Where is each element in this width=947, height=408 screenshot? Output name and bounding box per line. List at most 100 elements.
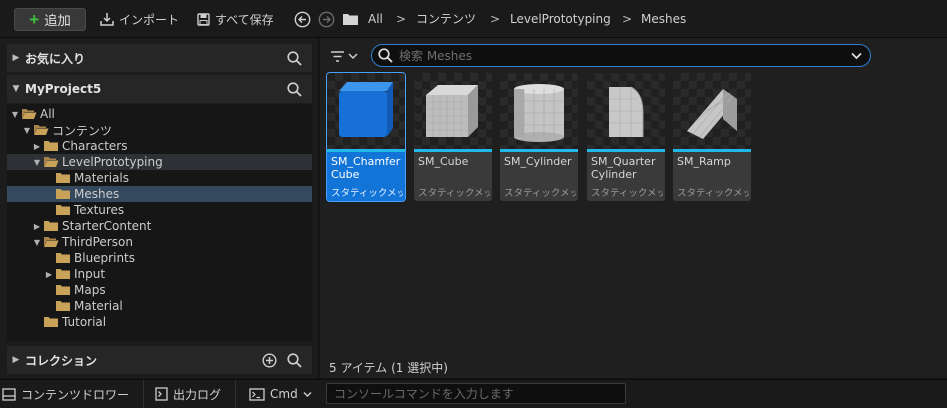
folder-icon bbox=[44, 141, 58, 151]
tree-item[interactable]: Materials bbox=[7, 170, 312, 186]
tree-item-label: Blueprints bbox=[74, 251, 136, 265]
asset-type: スタティックメッシュ bbox=[504, 188, 576, 199]
folder-icon[interactable] bbox=[342, 12, 359, 29]
add-collection-icon[interactable] bbox=[262, 352, 277, 368]
tree-item[interactable]: Material bbox=[7, 298, 312, 314]
save-all-button[interactable]: すべて保存 bbox=[197, 10, 274, 28]
tree-item[interactable]: ▶ StarterContent bbox=[7, 218, 312, 234]
tree-item[interactable]: Tutorial bbox=[7, 314, 312, 330]
output-log-label: 出力ログ bbox=[173, 387, 222, 402]
folder-icon bbox=[56, 205, 70, 215]
history-back-button[interactable] bbox=[294, 11, 311, 31]
search-icon[interactable] bbox=[287, 50, 302, 66]
asset-name: SM_ChamferCube bbox=[331, 155, 401, 181]
asset-tile[interactable]: SM_Cube スタティックメッシュ bbox=[414, 73, 492, 201]
tree-item-label: All bbox=[40, 107, 55, 121]
add-button[interactable]: + 追加 bbox=[14, 8, 86, 31]
asset-type-color-bar bbox=[673, 149, 751, 152]
import-icon bbox=[100, 13, 114, 26]
folder-open-icon bbox=[44, 237, 59, 247]
breadcrumb-all[interactable]: All bbox=[368, 10, 383, 28]
expanded-triangle-icon[interactable]: ▼ bbox=[21, 126, 33, 135]
tree-item[interactable]: ▼ ThirdPerson bbox=[7, 234, 312, 250]
project-section-header[interactable]: ▼ MyProject5 bbox=[7, 75, 312, 103]
tree-item[interactable]: Textures bbox=[7, 202, 312, 218]
expanded-triangle-icon: ▼ bbox=[12, 84, 20, 94]
asset-search-box[interactable] bbox=[371, 44, 871, 67]
search-icon[interactable] bbox=[287, 352, 302, 368]
chevron-down-icon bbox=[348, 53, 358, 60]
add-button-label: 追加 bbox=[44, 13, 71, 28]
asset-tile[interactable]: SM_Ramp スタティックメッシュ bbox=[673, 73, 751, 201]
expanded-triangle-icon[interactable]: ▼ bbox=[31, 158, 43, 167]
output-log-button[interactable]: 出力ログ bbox=[155, 386, 221, 402]
expanded-triangle-icon[interactable]: ▼ bbox=[9, 110, 21, 119]
asset-type: スタティックメッシュ bbox=[677, 188, 749, 199]
collections-section-header[interactable]: ▶ コレクション bbox=[7, 346, 312, 374]
asset-search-input[interactable] bbox=[399, 48, 839, 63]
expanded-triangle-icon[interactable]: ▼ bbox=[31, 238, 43, 247]
save-all-button-label: すべて保存 bbox=[215, 12, 274, 27]
back-arrow-icon bbox=[294, 11, 311, 28]
folder-icon bbox=[56, 301, 70, 311]
console-icon bbox=[249, 387, 265, 401]
folder-icon bbox=[56, 253, 70, 263]
content-drawer-icon bbox=[2, 387, 16, 401]
project-title: MyProject5 bbox=[25, 82, 102, 96]
folder-icon bbox=[56, 285, 70, 295]
collapsed-triangle-icon[interactable]: ▶ bbox=[31, 222, 43, 231]
chevron-down-icon[interactable] bbox=[851, 52, 862, 60]
search-icon[interactable] bbox=[287, 81, 302, 97]
divider bbox=[143, 380, 144, 408]
tree-item-label: StarterContent bbox=[62, 219, 152, 233]
asset-type: スタティックメッシュ bbox=[331, 188, 403, 199]
asset-tile[interactable]: SM_Cylinder スタティックメッシュ bbox=[500, 73, 578, 201]
search-icon bbox=[378, 48, 393, 63]
history-forward-button[interactable] bbox=[318, 11, 335, 31]
tree-item[interactable]: ▼ All bbox=[7, 106, 312, 122]
tree-item[interactable]: ▼ コンテンツ bbox=[7, 122, 312, 138]
tree-item[interactable]: ▶ Input bbox=[7, 266, 312, 282]
content-drawer-button[interactable]: コンテンツドロワー bbox=[2, 386, 129, 402]
import-button[interactable]: インポート bbox=[100, 10, 179, 28]
collapsed-triangle-icon[interactable]: ▶ bbox=[43, 270, 55, 279]
favorites-title: お気に入り bbox=[25, 51, 86, 66]
tree-item[interactable]: ▶ Characters bbox=[7, 138, 312, 154]
tree-item[interactable]: Meshes bbox=[7, 186, 312, 202]
cmd-label: Cmd bbox=[270, 387, 298, 401]
forward-arrow-icon bbox=[318, 11, 335, 28]
collections-title: コレクション bbox=[25, 353, 98, 368]
chamfer-cube-mesh-thumbnail bbox=[327, 73, 405, 149]
breadcrumb-contents[interactable]: コンテンツ bbox=[416, 10, 476, 28]
tree-item[interactable]: Maps bbox=[7, 282, 312, 298]
favorites-section-header[interactable]: ▶ お気に入り bbox=[7, 44, 312, 72]
folder-open-icon bbox=[44, 157, 59, 167]
tree-item[interactable]: Blueprints bbox=[7, 250, 312, 266]
filter-button[interactable] bbox=[330, 46, 364, 66]
tree-item[interactable]: ▼ LevelPrototyping bbox=[7, 154, 312, 170]
folder-tree: ▼ All ▼ コンテンツ ▶ Characters ▼ LevelPrototyping Ma… bbox=[7, 104, 312, 342]
folder-open-icon bbox=[22, 109, 37, 119]
console-command-input[interactable] bbox=[326, 383, 626, 404]
tree-item-label: ThirdPerson bbox=[62, 235, 133, 249]
tree-item-label: LevelPrototyping bbox=[62, 155, 163, 169]
plus-icon: + bbox=[29, 10, 40, 29]
breadcrumb-meshes[interactable]: Meshes bbox=[641, 10, 686, 28]
cmd-selector[interactable]: Cmd bbox=[249, 386, 312, 402]
asset-tile[interactable]: SM_QuarterCylinder スタティックメッシュ bbox=[587, 73, 665, 201]
cube-mesh-thumbnail bbox=[414, 73, 492, 149]
breadcrumb-levelprototyping[interactable]: LevelPrototyping bbox=[510, 10, 611, 28]
chevron-down-icon bbox=[303, 391, 312, 397]
ramp-mesh-thumbnail bbox=[673, 73, 751, 149]
cylinder-mesh-thumbnail bbox=[500, 73, 578, 149]
breadcrumb-separator: > bbox=[622, 12, 633, 26]
filter-icon bbox=[331, 50, 344, 62]
asset-tile[interactable]: SM_ChamferCube スタティックメッシュ bbox=[326, 72, 406, 202]
collapsed-triangle-icon[interactable]: ▶ bbox=[31, 142, 43, 151]
quarter-cylinder-mesh-thumbnail bbox=[587, 73, 665, 149]
collapsed-triangle-icon: ▶ bbox=[12, 355, 20, 365]
tree-item-label: Input bbox=[74, 267, 106, 281]
folder-open-icon bbox=[34, 125, 49, 135]
tree-item-label: コンテンツ bbox=[52, 123, 113, 138]
asset-type: スタティックメッシュ bbox=[591, 188, 663, 199]
